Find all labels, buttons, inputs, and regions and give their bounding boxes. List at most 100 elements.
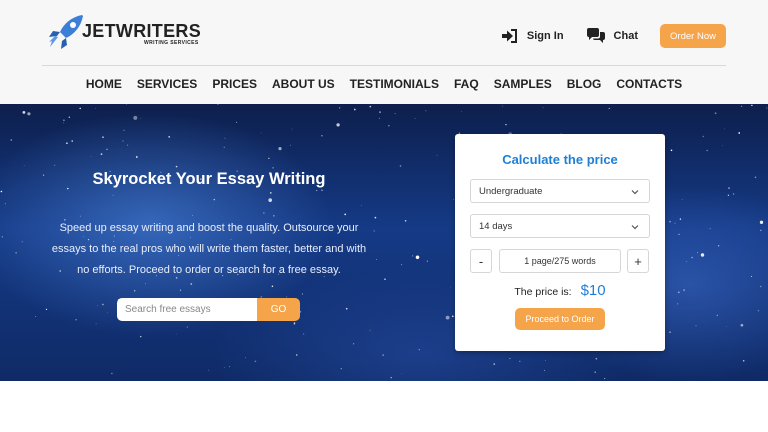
star bbox=[382, 354, 384, 356]
nav-item-blog[interactable]: BLOG bbox=[567, 77, 602, 91]
star bbox=[740, 105, 743, 107]
price-label: The price is: bbox=[514, 286, 572, 298]
star bbox=[268, 157, 270, 159]
nav-item-testimonials[interactable]: TESTIMONIALS bbox=[350, 77, 439, 91]
academic-level-value: Undergraduate bbox=[479, 185, 543, 197]
nav-item-prices[interactable]: PRICES bbox=[212, 77, 257, 91]
star bbox=[702, 135, 704, 138]
star bbox=[245, 357, 246, 359]
star bbox=[461, 111, 462, 113]
star bbox=[374, 216, 377, 219]
star bbox=[224, 137, 226, 139]
star bbox=[678, 233, 680, 236]
star bbox=[695, 325, 697, 327]
pages-field[interactable]: 1 page/275 words bbox=[499, 249, 621, 273]
star bbox=[263, 212, 265, 214]
star bbox=[716, 314, 718, 317]
star bbox=[176, 333, 177, 335]
star bbox=[4, 203, 6, 205]
star bbox=[594, 371, 596, 373]
star bbox=[754, 176, 757, 179]
star bbox=[126, 104, 127, 105]
star bbox=[378, 117, 380, 119]
star bbox=[95, 323, 97, 325]
star bbox=[519, 360, 521, 363]
nav-item-home[interactable]: HOME bbox=[86, 77, 122, 91]
star bbox=[373, 230, 375, 232]
star bbox=[679, 218, 682, 220]
star bbox=[21, 241, 23, 243]
chat-link[interactable]: Chat bbox=[586, 28, 638, 44]
star bbox=[111, 372, 113, 375]
price-calculator: Calculate the price Undergraduate 14 day… bbox=[455, 134, 665, 351]
star bbox=[727, 194, 730, 196]
star bbox=[436, 154, 438, 156]
star bbox=[272, 167, 274, 169]
nav-item-faq[interactable]: FAQ bbox=[454, 77, 479, 91]
rocket-icon bbox=[49, 15, 83, 49]
price-value: $10 bbox=[580, 282, 606, 299]
star bbox=[254, 360, 257, 363]
star bbox=[316, 189, 318, 192]
star bbox=[418, 349, 420, 351]
nav-item-services[interactable]: SERVICES bbox=[137, 77, 197, 91]
order-now-button[interactable]: Order Now bbox=[660, 24, 726, 48]
star bbox=[759, 285, 762, 288]
star bbox=[68, 116, 71, 118]
star bbox=[722, 145, 724, 147]
star bbox=[179, 289, 182, 291]
sign-in-link[interactable]: Sign In bbox=[501, 28, 564, 44]
star bbox=[723, 128, 725, 130]
star bbox=[145, 283, 146, 285]
star bbox=[186, 326, 188, 328]
essay-search: GO bbox=[117, 298, 300, 321]
nav-item-contacts[interactable]: CONTACTS bbox=[616, 77, 682, 91]
star bbox=[102, 303, 104, 306]
star bbox=[102, 136, 104, 138]
logo[interactable]: JETWRITERS WRITING SERVICES bbox=[46, 12, 216, 54]
star bbox=[260, 132, 262, 134]
chevron-down-icon bbox=[631, 225, 639, 230]
proceed-to-order-button[interactable]: Proceed to Order bbox=[515, 308, 605, 330]
star bbox=[300, 311, 302, 313]
star bbox=[223, 146, 225, 148]
star bbox=[95, 107, 96, 109]
star bbox=[751, 104, 753, 107]
decrease-pages-button[interactable]: - bbox=[470, 249, 492, 273]
star bbox=[75, 319, 77, 321]
search-input[interactable] bbox=[117, 298, 257, 321]
hero-line: essays to the real pros who will write t… bbox=[51, 243, 367, 255]
sign-in-icon bbox=[501, 29, 517, 43]
star bbox=[677, 303, 679, 305]
star bbox=[236, 121, 238, 123]
nav-item-about-us[interactable]: ABOUT US bbox=[272, 77, 335, 91]
academic-level-select[interactable]: Undergraduate bbox=[470, 179, 650, 203]
calculator-title: Calculate the price bbox=[502, 152, 618, 167]
nav-item-samples[interactable]: SAMPLES bbox=[494, 77, 552, 91]
star bbox=[608, 107, 610, 109]
star bbox=[595, 357, 598, 360]
star bbox=[45, 308, 48, 311]
star bbox=[691, 256, 693, 259]
increase-pages-button[interactable]: + bbox=[627, 249, 649, 273]
star bbox=[301, 293, 303, 295]
star bbox=[22, 111, 26, 114]
search-go-button[interactable]: GO bbox=[257, 298, 300, 321]
star bbox=[122, 140, 124, 142]
star bbox=[97, 305, 99, 307]
star bbox=[106, 148, 108, 150]
star bbox=[321, 189, 323, 191]
star bbox=[742, 359, 745, 362]
star bbox=[112, 194, 114, 196]
deadline-select[interactable]: 14 days bbox=[470, 214, 650, 238]
star bbox=[339, 107, 341, 109]
hero-title: Skyrocket Your Essay Writing bbox=[92, 170, 326, 188]
star bbox=[269, 192, 272, 194]
star bbox=[766, 107, 768, 109]
star bbox=[321, 135, 323, 137]
star bbox=[23, 165, 25, 167]
star bbox=[175, 165, 178, 168]
star bbox=[290, 144, 291, 146]
star bbox=[353, 108, 356, 111]
star bbox=[726, 325, 727, 327]
